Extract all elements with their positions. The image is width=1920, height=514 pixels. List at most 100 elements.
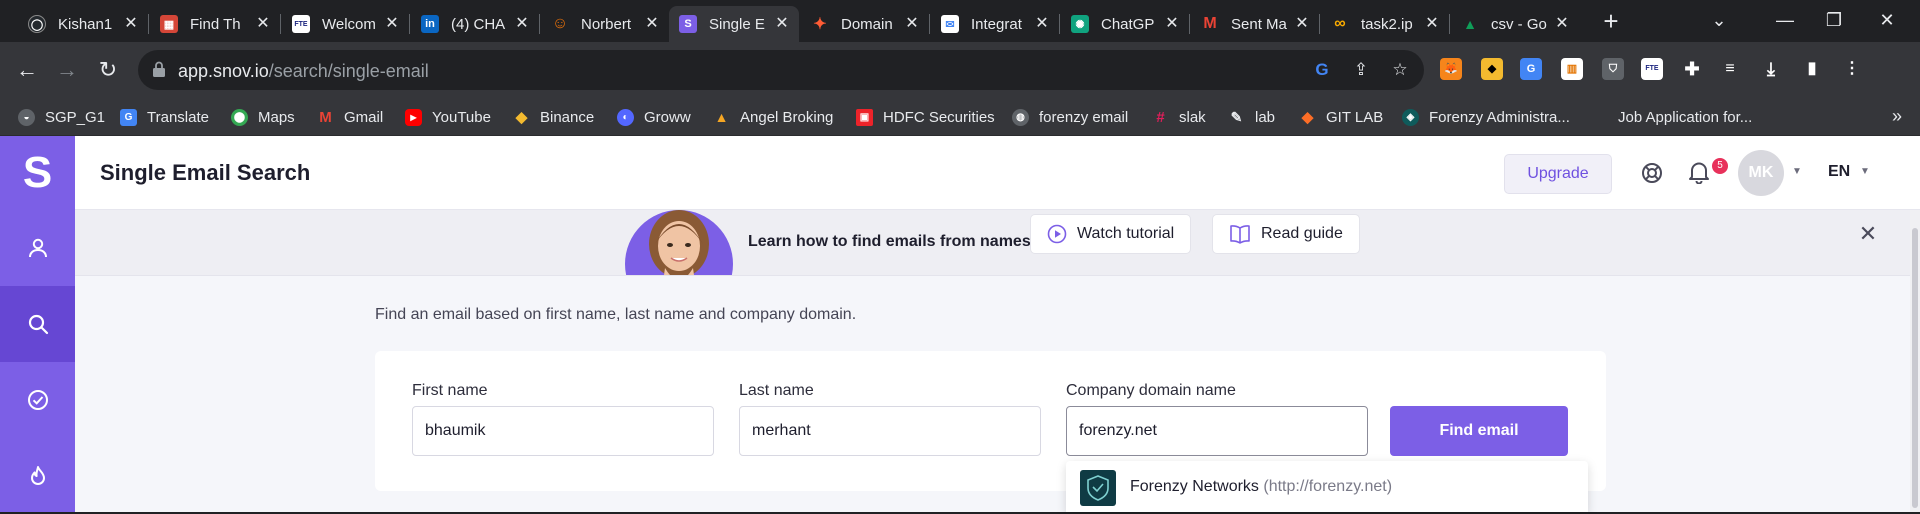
close-tab-icon[interactable]: ✕ — [773, 15, 791, 33]
reading-list-icon[interactable]: ≡ — [1719, 58, 1741, 80]
suggestion-text: Forenzy Networks (http://forenzy.net) — [1130, 478, 1393, 495]
new-tab-button[interactable]: + — [1598, 8, 1624, 34]
browser-tab[interactable]: ∞ task2.ip ✕ — [1321, 6, 1449, 42]
bookmark-item[interactable]: # slak — [1152, 107, 1205, 127]
bookmark-item[interactable]: ◍ forenzy email — [1012, 107, 1128, 127]
binance-ext-icon[interactable]: ◆ — [1481, 58, 1503, 80]
browser-tab[interactable]: in (4) CHA ✕ — [411, 6, 539, 42]
bookmark-item[interactable]: Job Application for... — [1618, 107, 1752, 127]
bookmark-star-icon[interactable]: ☆ — [1390, 60, 1410, 80]
gmail-icon: M — [1203, 15, 1217, 32]
translate-ext-icon[interactable]: G — [1520, 58, 1542, 80]
download-icon[interactable]: ⤓ — [1760, 58, 1782, 80]
chevron-down-icon[interactable]: ▼ — [1792, 166, 1802, 177]
analytics-ext-icon[interactable]: ▥ — [1561, 58, 1583, 80]
browser-tab[interactable]: M Sent Ma ✕ — [1191, 6, 1319, 42]
app-header: Single Email Search Upgrade 5 MK ▼ EN ▼ — [75, 136, 1920, 210]
metamask-icon[interactable]: 🦊 — [1440, 58, 1462, 80]
bookmark-item[interactable]: ◈ Forenzy Administra... — [1402, 107, 1570, 127]
close-tab-icon[interactable]: ✕ — [1553, 15, 1571, 33]
close-banner-icon[interactable]: ✕ — [1858, 223, 1878, 245]
drive-icon: ▲ — [1463, 16, 1477, 32]
bookmark-item[interactable]: ⬤ Maps — [231, 107, 295, 127]
read-guide-button[interactable]: Read guide — [1212, 214, 1360, 254]
fte-ext-icon[interactable]: FTE — [1641, 58, 1663, 80]
lock-icon — [153, 61, 165, 77]
hdfc-icon: ▣ — [856, 108, 873, 126]
suggestion-item[interactable]: Forenzy Networks (http://forenzy.net) — [1066, 461, 1588, 512]
help-lifebuoy-icon[interactable] — [1641, 162, 1663, 184]
browser-tab[interactable]: ✺ ChatGP ✕ — [1061, 6, 1189, 42]
bookmark-item[interactable]: ◆ GIT LAB — [1299, 107, 1384, 127]
minimize-icon[interactable]: — — [1770, 6, 1800, 34]
check-circle-icon — [27, 390, 48, 410]
watch-tutorial-button[interactable]: Watch tutorial — [1030, 214, 1192, 254]
bookmark-item[interactable]: ▲ Angel Broking — [713, 107, 834, 127]
extensions-puzzle-icon[interactable]: ✚ — [1681, 58, 1703, 80]
bookmarks-bar: ◒ SGP_G1 G Translate ⬤ Maps M Gmail ▶ YouTube… — [0, 98, 1920, 136]
language-selector[interactable]: EN — [1828, 163, 1850, 181]
bookmark-item[interactable]: M Gmail — [317, 107, 383, 127]
address-bar[interactable]: app.snov.io/search/single-email G ⇪ ☆ — [138, 50, 1424, 90]
sidebar-item-warmup[interactable] — [0, 438, 75, 514]
bookmark-item[interactable]: ◆ Binance — [513, 107, 595, 127]
tab-search-icon[interactable]: ⌄ — [1704, 6, 1734, 34]
binance-icon: ◆ — [515, 109, 528, 126]
browser-tab[interactable]: ✦ Domain ✕ — [801, 6, 929, 42]
upgrade-button[interactable]: Upgrade — [1504, 154, 1612, 194]
url-text: app.snov.io/search/single-email — [178, 61, 429, 81]
close-tab-icon[interactable]: ✕ — [903, 15, 921, 33]
close-tab-icon[interactable]: ✕ — [122, 15, 140, 33]
chevron-down-icon[interactable]: ▼ — [1860, 166, 1870, 177]
close-tab-icon[interactable]: ✕ — [383, 15, 401, 33]
last-name-label: Last name — [739, 382, 814, 399]
snov-icon: S — [679, 15, 697, 33]
sidebar-item-verify[interactable] — [0, 362, 75, 438]
close-tab-icon[interactable]: ✕ — [1293, 15, 1311, 33]
snov-logo[interactable]: S — [0, 148, 75, 198]
bookmark-item[interactable]: ✎ lab — [1228, 107, 1275, 127]
bookmark-item[interactable]: ▶ YouTube — [405, 107, 491, 127]
forward-icon[interactable]: → — [53, 56, 81, 84]
browser-tab[interactable]: ▦ Find Th ✕ — [150, 6, 280, 42]
side-panel-icon[interactable]: ▮ — [1801, 58, 1823, 80]
browser-tab[interactable]: ◯ Kishan1 ✕ — [18, 6, 148, 42]
browser-tab[interactable]: FTE Welcom ✕ — [282, 6, 409, 42]
share-icon[interactable]: ⇪ — [1351, 60, 1371, 80]
hunter-icon: ✦ — [813, 16, 827, 33]
browser-tab-active[interactable]: S Single E ✕ — [669, 6, 799, 42]
bookmarks-overflow-icon[interactable]: » — [1892, 106, 1902, 127]
person-icon — [28, 238, 47, 258]
page-title: Single Email Search — [100, 160, 311, 185]
close-tab-icon[interactable]: ✕ — [513, 15, 531, 33]
reload-icon[interactable]: ↻ — [94, 56, 122, 84]
back-icon[interactable]: ← — [13, 56, 41, 84]
google-lens-icon[interactable]: G — [1312, 60, 1332, 80]
sidebar-item-search[interactable] — [0, 286, 75, 362]
company-domain-input[interactable] — [1066, 406, 1368, 456]
last-name-input[interactable] — [739, 406, 1041, 456]
bookmark-item[interactable]: ◐ Groww — [617, 107, 691, 127]
close-tab-icon[interactable]: ✕ — [643, 15, 661, 33]
shield-ext-icon[interactable]: ⛉ — [1602, 58, 1624, 80]
bookmark-item[interactable]: ▣ HDFC Securities — [856, 107, 995, 127]
globe-icon: ◍ — [1012, 108, 1029, 126]
close-tab-icon[interactable]: ✕ — [1163, 15, 1181, 33]
browser-tab[interactable]: ✉ Integrat ✕ — [931, 6, 1059, 42]
scrollbar-thumb[interactable] — [1912, 228, 1918, 508]
close-window-icon[interactable]: ✕ — [1872, 6, 1902, 34]
close-tab-icon[interactable]: ✕ — [1033, 15, 1051, 33]
close-tab-icon[interactable]: ✕ — [1423, 15, 1441, 33]
first-name-input[interactable] — [412, 406, 714, 456]
browser-tab[interactable]: ▲ csv - Go ✕ — [1451, 6, 1579, 42]
bookmark-item[interactable]: G Translate — [120, 107, 209, 127]
notification-bell-icon[interactable] — [1688, 160, 1710, 184]
close-tab-icon[interactable]: ✕ — [254, 15, 272, 33]
restore-icon[interactable]: ❐ — [1819, 6, 1849, 34]
find-email-button[interactable]: Find email — [1390, 406, 1568, 456]
sidebar-item-profile[interactable] — [0, 210, 75, 286]
more-menu-icon[interactable]: ⋮ — [1841, 58, 1863, 80]
avatar[interactable]: MK — [1738, 150, 1784, 196]
browser-tab[interactable]: ☺ Norbert ✕ — [541, 6, 669, 42]
bookmark-item[interactable]: ◒ SGP_G1 — [18, 107, 105, 127]
